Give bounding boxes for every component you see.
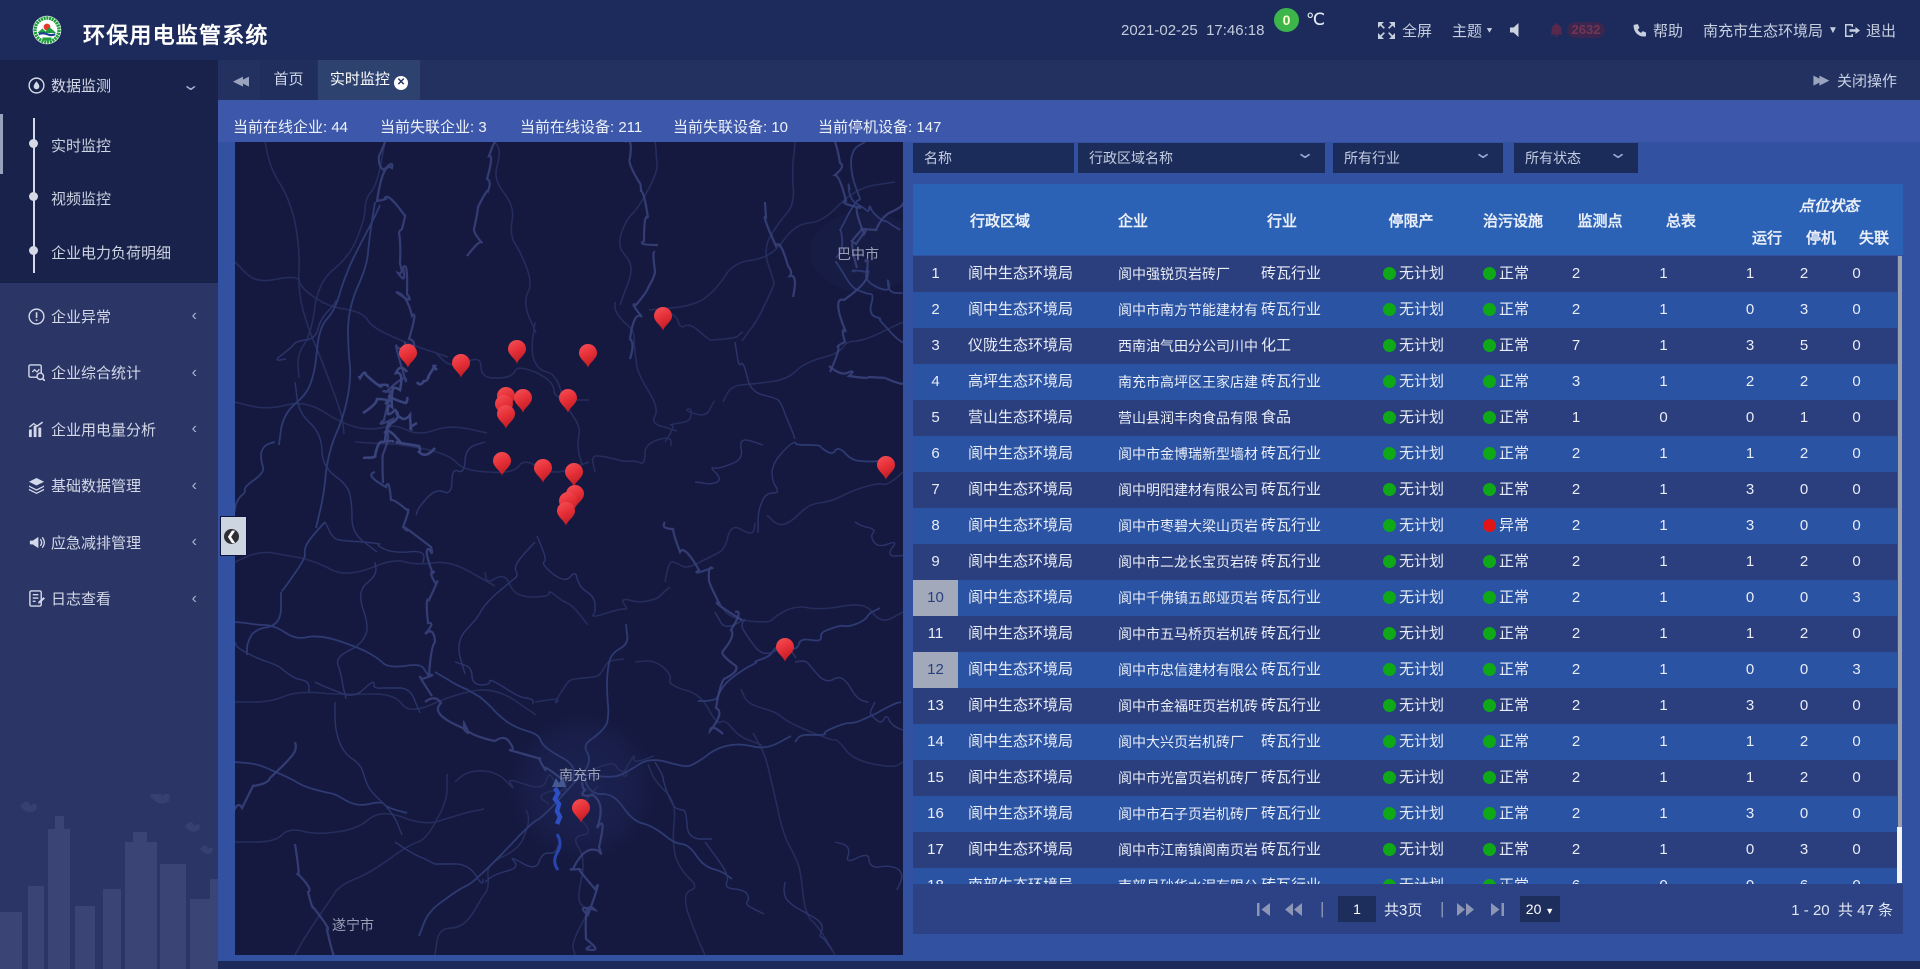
svg-text:南充市: 南充市 [559, 767, 601, 783]
svg-text:遂宁市: 遂宁市 [332, 917, 374, 933]
svg-text:巴中市: 巴中市 [837, 246, 879, 262]
